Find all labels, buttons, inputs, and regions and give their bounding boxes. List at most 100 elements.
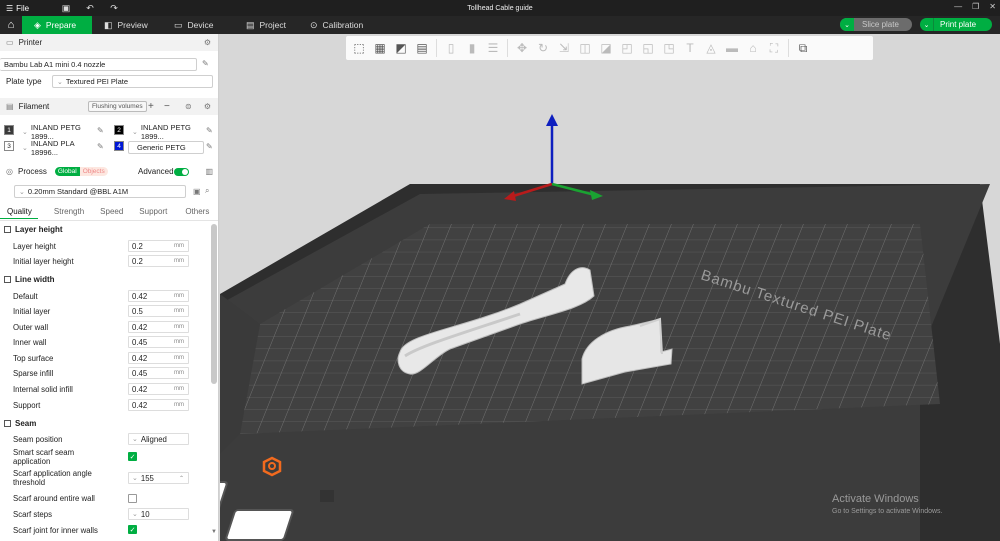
grid-arrange-icon[interactable]: ▦ — [371, 39, 389, 57]
tab-preview[interactable]: ◧ Preview — [92, 16, 162, 34]
scale-icon[interactable]: ⇲ — [555, 39, 573, 57]
settings-scrollbar[interactable] — [211, 224, 217, 384]
copy-icon[interactable]: ▯ — [442, 39, 460, 57]
unit-label: mm — [174, 324, 184, 330]
split-icon[interactable]: ⛶ — [765, 39, 783, 57]
stepper-arrows-icon[interactable]: ⌃ — [179, 475, 184, 482]
printer-section-header[interactable]: ▭ Printer ⚙ — [0, 34, 218, 51]
process-preset-select[interactable]: ⌄ 0.20mm Standard @BBL A1M — [14, 185, 186, 198]
sync-icon[interactable]: ⊜ — [185, 102, 192, 111]
tab-prepare[interactable]: ◈ Prepare — [22, 16, 92, 34]
orient-icon[interactable]: ◩ — [392, 39, 410, 57]
text-icon[interactable]: T — [681, 39, 699, 57]
edit-icon[interactable]: ✎ — [97, 126, 104, 135]
tab-project[interactable]: ▤ Project — [234, 16, 298, 34]
scarf-entire-wall-checkbox[interactable] — [128, 494, 137, 503]
chevron-down-icon: ⌄ — [132, 475, 138, 482]
layers-icon[interactable]: ☰ — [484, 39, 502, 57]
color-paint-icon[interactable]: ◬ — [702, 39, 720, 57]
slice-plate-button[interactable]: ⌄ Slice plate — [840, 18, 912, 31]
paste-icon[interactable]: ▮ — [463, 39, 481, 57]
close-icon[interactable]: ✕ — [989, 2, 996, 11]
remove-icon[interactable]: − — [164, 101, 170, 112]
assembly-icon[interactable]: ⌂ — [744, 39, 762, 57]
cut-icon[interactable]: ◪ — [597, 39, 615, 57]
filament-slot-3[interactable]: 3 — [4, 141, 14, 151]
restore-icon[interactable]: ❐ — [972, 2, 979, 11]
edit-icon[interactable]: ✎ — [202, 59, 209, 68]
tab-speed[interactable]: Speed — [94, 207, 129, 219]
edit-icon[interactable]: ✎ — [97, 142, 104, 151]
printer-select[interactable]: Bambu Lab A1 mini 0.4 nozzle — [0, 58, 197, 71]
param-label: Scarf around entire wall — [13, 494, 95, 503]
scarf-angle-stepper[interactable]: ⌄ 155 ⌃ — [128, 472, 189, 484]
filament-select[interactable]: ⌄ INLAND PETG 1899... — [128, 123, 204, 141]
edit-icon[interactable]: ✎ — [206, 126, 213, 135]
filament-slot-4[interactable]: 4 — [114, 141, 124, 151]
process-section-header[interactable]: ◎ Process Global Objects Advanced ▥ — [0, 163, 218, 180]
rotate-icon[interactable]: ↻ — [534, 39, 552, 57]
plate-type-select[interactable]: ⌄ Textured PEI Plate — [52, 75, 213, 88]
gear-icon[interactable]: ⚙ — [204, 102, 211, 111]
edit-icon[interactable]: ✎ — [206, 142, 213, 151]
lay-on-face-icon[interactable]: ◫ — [576, 39, 594, 57]
view-icon[interactable]: ⧉ — [794, 39, 812, 57]
plate-layout-icon[interactable]: ▤ — [413, 39, 431, 57]
scarf-steps-stepper[interactable]: ⌄ 10 — [128, 508, 189, 520]
internal-solid-infill-width-input[interactable]: 0.42 mm — [128, 383, 189, 395]
filament-select[interactable]: ⌄ INLAND PETG 1899... — [18, 123, 93, 141]
global-toggle[interactable]: Global — [54, 167, 80, 176]
save-icon[interactable]: ▣ — [59, 2, 73, 14]
default-width-input[interactable]: 0.42 mm — [128, 290, 189, 302]
initial-layer-width-input[interactable]: 0.5 mm — [128, 305, 189, 317]
flushing-volumes-button[interactable]: Flushing volumes — [88, 101, 147, 112]
measure-icon[interactable]: ▬ — [723, 39, 741, 57]
tab-device[interactable]: ▭ Device — [162, 16, 234, 34]
filament-select[interactable]: ⌄ INLAND PLA 18996... — [18, 139, 93, 157]
tab-calibration[interactable]: ⊙ Calibration — [298, 16, 377, 34]
compare-icon[interactable]: ▥ — [205, 167, 213, 176]
support-paint-icon[interactable]: ◰ — [618, 39, 636, 57]
minimize-icon[interactable]: — — [954, 2, 962, 11]
initial-layer-height-input[interactable]: 0.2 mm — [128, 255, 189, 267]
filament-select[interactable]: Generic PETG — [128, 141, 204, 154]
boolean-icon[interactable]: ◳ — [660, 39, 678, 57]
filament-slot-2[interactable]: 2 — [114, 125, 124, 135]
advanced-switch[interactable] — [174, 167, 189, 176]
seam-position-select[interactable]: ⌄ Aligned — [128, 433, 189, 445]
search-icon[interactable]: ⌕ — [205, 186, 209, 196]
3d-viewport[interactable]: Bambu Textured PEI Plate Activate Window… — [220, 34, 1000, 541]
tab-support[interactable]: Support — [133, 207, 173, 219]
chevron-down-icon[interactable]: ⌄ — [920, 18, 934, 31]
file-menu[interactable]: ☰ File — [0, 4, 29, 13]
scroll-down-icon[interactable]: ▼ — [211, 529, 217, 535]
seam-paint-icon[interactable]: ◱ — [639, 39, 657, 57]
tab-others[interactable]: Others — [179, 207, 215, 219]
plate-icon-arrange[interactable] — [225, 509, 294, 541]
move-icon[interactable]: ✥ — [513, 39, 531, 57]
smart-scarf-checkbox[interactable]: ✓ — [128, 452, 137, 461]
inner-wall-width-input[interactable]: 0.45 mm — [128, 336, 189, 348]
home-icon[interactable]: ⌂ — [0, 16, 22, 34]
scarf-inner-walls-checkbox[interactable]: ✓ — [128, 525, 137, 534]
layer-height-input[interactable]: 0.2 mm — [128, 240, 189, 252]
tab-strength[interactable]: Strength — [48, 207, 90, 219]
redo-icon[interactable]: ↷ — [107, 2, 121, 14]
print-plate-button[interactable]: ⌄ Print plate — [920, 18, 992, 31]
objects-toggle[interactable]: Objects — [79, 167, 108, 176]
chevron-down-icon[interactable]: ⌄ — [840, 18, 854, 31]
filament-section-header[interactable]: ▤ Filament Flushing volumes + − ⊜ ⚙ — [0, 98, 218, 115]
filament-slot-1[interactable]: 1 — [4, 125, 14, 135]
save-icon[interactable]: ▣ — [193, 187, 201, 196]
add-icon[interactable]: + — [148, 101, 154, 112]
process-tabs: Quality Strength Speed Support Others — [0, 207, 218, 219]
tab-quality[interactable]: Quality — [0, 207, 38, 219]
add-cube-icon[interactable]: ⬚ — [350, 39, 368, 57]
support-width-input[interactable]: 0.42 mm — [128, 399, 189, 411]
outer-wall-width-input[interactable]: 0.42 mm — [128, 321, 189, 333]
param-label: Scarf application angle threshold — [13, 469, 92, 487]
top-surface-width-input[interactable]: 0.42 mm — [128, 352, 189, 364]
sparse-infill-width-input[interactable]: 0.45 mm — [128, 367, 189, 379]
gear-icon[interactable]: ⚙ — [204, 38, 211, 47]
undo-icon[interactable]: ↶ — [83, 2, 97, 14]
